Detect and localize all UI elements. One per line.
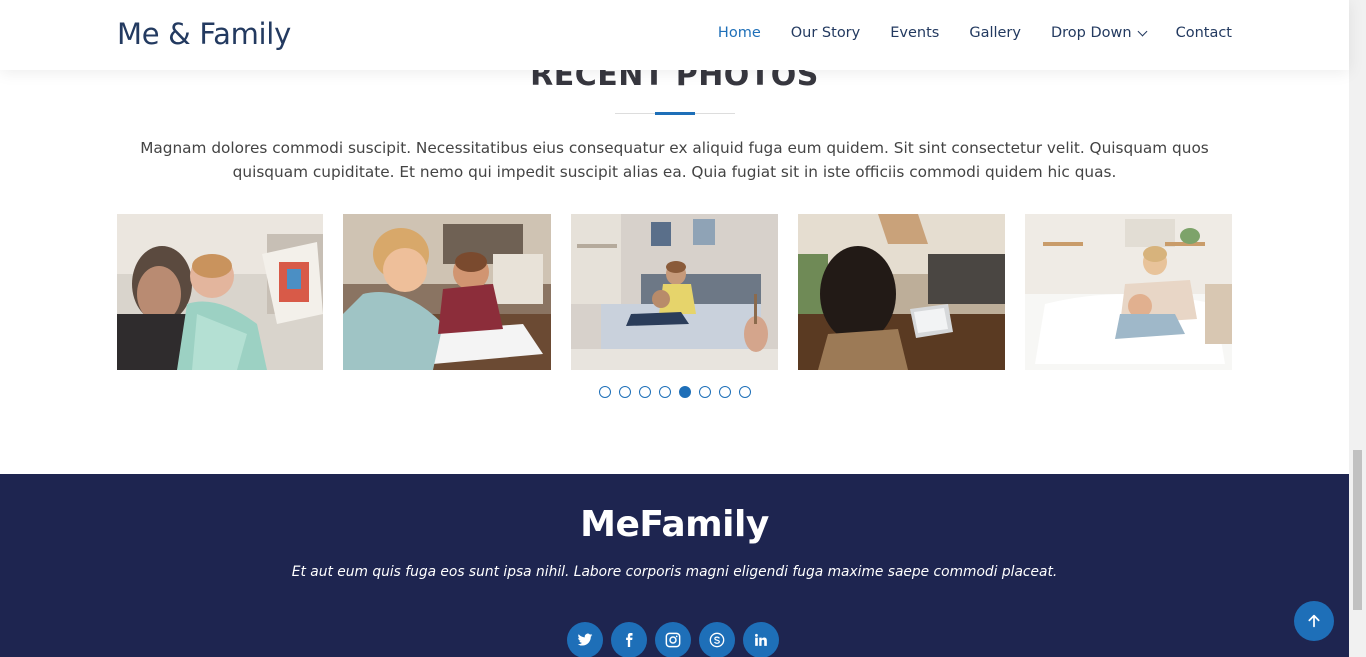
back-to-top-button[interactable] [1294, 601, 1334, 641]
nav-drop-down[interactable]: Drop Down [1050, 25, 1148, 41]
main-nav: Home Our Story Events Gallery Drop Down … [718, 25, 1232, 41]
site-logo[interactable]: Me & Family [117, 17, 291, 51]
site-footer: MeFamily Et aut eum quis fuga eos sunt i… [0, 474, 1349, 657]
mother-child-sofa-photo [1025, 214, 1232, 370]
nav-our-story[interactable]: Our Story [791, 25, 860, 41]
linkedin-icon[interactable] [743, 622, 779, 657]
carousel-dot-5[interactable] [679, 386, 691, 398]
instagram-icon[interactable] [655, 622, 691, 657]
footer-tagline: Et aut eum quis fuga eos sunt ipsa nihil… [291, 564, 1058, 580]
carousel-dot-1[interactable] [599, 386, 611, 398]
gallery-photo-4[interactable] [798, 214, 1005, 370]
woman-laptop-photo [798, 214, 1005, 370]
father-baby-photo [117, 214, 323, 370]
gallery-photo-2[interactable] [343, 214, 551, 370]
carousel-dot-6[interactable] [699, 386, 711, 398]
nav-drop-down-label: Drop Down [1050, 25, 1132, 41]
footer-brand: MeFamily [580, 504, 769, 545]
page-scrollbar[interactable] [1349, 0, 1366, 657]
title-accent-bar [655, 112, 695, 115]
facebook-icon[interactable] [611, 622, 647, 657]
photo-carousel [117, 214, 1232, 370]
social-links [567, 622, 779, 657]
nav-events[interactable]: Events [890, 25, 939, 41]
family-bed-photo [571, 214, 778, 370]
gallery-photo-3[interactable] [571, 214, 778, 370]
carousel-dot-8[interactable] [739, 386, 751, 398]
scrollbar-thumb[interactable] [1353, 450, 1362, 610]
carousel-dot-2[interactable] [619, 386, 631, 398]
nav-home[interactable]: Home [718, 25, 761, 41]
carousel-pagination [599, 386, 751, 398]
nav-gallery[interactable]: Gallery [969, 25, 1021, 41]
carousel-dot-7[interactable] [719, 386, 731, 398]
arrow-up-icon [1308, 614, 1320, 628]
gallery-photo-5[interactable] [1025, 214, 1232, 370]
gallery-photo-1[interactable] [117, 214, 323, 370]
nav-contact[interactable]: Contact [1176, 25, 1232, 41]
site-header: Me & Family Home Our Story Events Galler… [0, 0, 1349, 70]
kids-drawing-photo [343, 214, 551, 370]
chevron-down-icon [1137, 26, 1148, 36]
twitter-icon[interactable] [567, 622, 603, 657]
carousel-dot-3[interactable] [639, 386, 651, 398]
section-description: Magnam dolores commodi suscipit. Necessi… [140, 139, 1209, 181]
carousel-dot-4[interactable] [659, 386, 671, 398]
skype-icon[interactable] [699, 622, 735, 657]
